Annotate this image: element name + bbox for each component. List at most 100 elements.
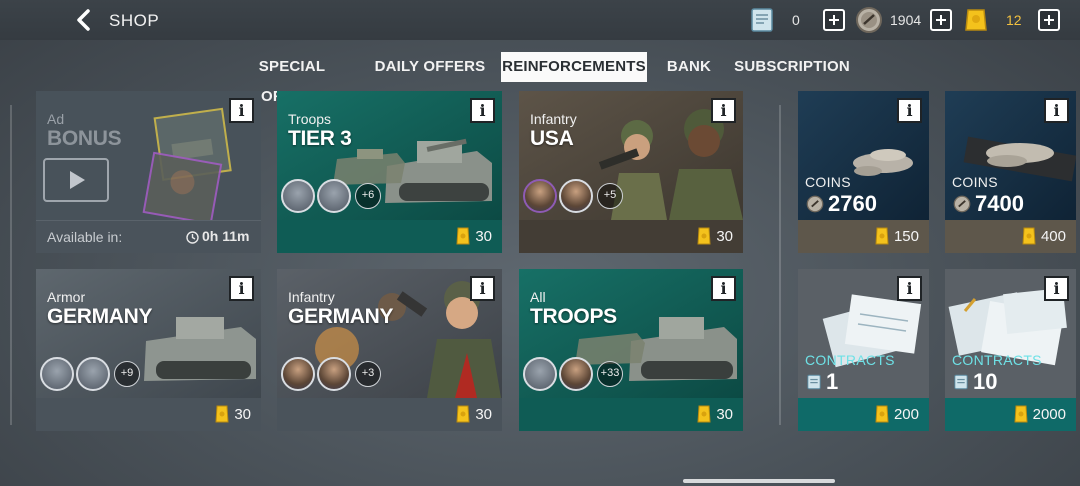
silver-count: 1904 <box>890 12 922 28</box>
coin-amount: 7400 <box>953 191 1024 217</box>
back-button[interactable] <box>70 6 98 34</box>
bank-label: COINS <box>805 174 851 190</box>
unit-avatars: +6 <box>281 179 381 213</box>
price: 200 <box>875 405 919 423</box>
clock-icon <box>186 231 199 244</box>
coin-amount: 2760 <box>806 191 877 217</box>
card-footer: 150 <box>798 220 929 253</box>
tab-reinforcements[interactable]: REINFORCEMENTS <box>501 52 647 82</box>
gold-count: 12 <box>1006 12 1022 28</box>
card-sub-label: Infantry <box>288 289 335 305</box>
page-title: SHOP <box>109 11 160 30</box>
bank-label: COINS <box>952 174 998 190</box>
infantry-germany-card[interactable]: Infantry GERMANY i +3 30 <box>277 269 502 431</box>
price: 30 <box>456 227 492 245</box>
silver-coin-icon <box>856 7 882 33</box>
unit-avatars: +5 <box>523 179 623 213</box>
info-button[interactable]: i <box>897 98 922 123</box>
home-indicator[interactable] <box>683 479 835 483</box>
contract-icon <box>751 8 773 32</box>
info-button[interactable]: i <box>229 98 254 123</box>
info-button[interactable]: i <box>1044 276 1069 301</box>
gold-icon <box>875 405 889 423</box>
gold-icon <box>215 405 229 423</box>
price: 30 <box>697 227 733 245</box>
add-gold-button[interactable] <box>1038 9 1060 31</box>
info-button[interactable]: i <box>711 98 736 123</box>
more-units-badge: +6 <box>355 183 381 209</box>
ad-bonus-card[interactable]: Ad BONUS i Available in: 0h 11m <box>36 91 261 253</box>
card-sub-label: Troops <box>288 111 332 127</box>
contract-amount-value: 10 <box>973 369 998 394</box>
contract-amount-value: 1 <box>826 369 839 394</box>
more-units-badge: +3 <box>355 361 381 387</box>
price-value: 2000 <box>1032 405 1066 423</box>
card-title: GERMANY <box>288 305 394 328</box>
bank-label: CONTRACTS <box>952 352 1042 368</box>
info-button[interactable]: i <box>897 276 922 301</box>
ad-timer: 0h 11m <box>202 228 250 244</box>
card-footer: 200 <box>798 398 929 431</box>
armor-germany-card[interactable]: Armor GERMANY i +9 30 <box>36 269 261 431</box>
left-divider <box>10 105 12 425</box>
coin-amount-value: 2760 <box>828 191 877 216</box>
price: 150 <box>875 227 919 245</box>
info-button[interactable]: i <box>229 276 254 301</box>
more-units-badge: +5 <box>597 183 623 209</box>
unit-avatar <box>523 179 557 213</box>
unit-avatars: +9 <box>40 357 140 391</box>
add-silver-button[interactable] <box>930 9 952 31</box>
top-bar: SHOP 0 1904 12 <box>0 0 1080 40</box>
coins-2760-card[interactable]: COINS 2760 i 150 <box>798 91 929 253</box>
bank-label: CONTRACTS <box>805 352 895 368</box>
infantry-usa-card[interactable]: Infantry USA i +5 30 <box>519 91 743 253</box>
info-button[interactable]: i <box>711 276 736 301</box>
contracts-1-card[interactable]: CONTRACTS 1 i 200 <box>798 269 929 431</box>
contracts-10-card[interactable]: CONTRACTS 10 i 2000 <box>945 269 1076 431</box>
price-value: 30 <box>475 227 492 245</box>
coins-7400-card[interactable]: COINS 7400 i 400 <box>945 91 1076 253</box>
gold-icon <box>1022 227 1036 245</box>
contract-icon <box>954 374 968 390</box>
tab-bank[interactable]: BANK <box>662 52 716 82</box>
card-title: USA <box>530 127 574 150</box>
add-contracts-button[interactable] <box>823 9 845 31</box>
tab-subscription[interactable]: SUBSCRIPTION <box>732 52 852 82</box>
gold-icon <box>965 9 987 31</box>
troops-tier3-card[interactable]: Troops TIER 3 i +6 30 <box>277 91 502 253</box>
unit-avatar <box>317 179 351 213</box>
card-footer: 30 <box>277 220 502 253</box>
coin-amount-value: 7400 <box>975 191 1024 216</box>
section-divider <box>779 105 781 425</box>
card-footer: 400 <box>945 220 1076 253</box>
more-units-badge: +9 <box>114 361 140 387</box>
card-title: GERMANY <box>47 305 153 328</box>
price-value: 30 <box>475 405 492 423</box>
gold-icon <box>875 227 889 245</box>
card-footer: 2000 <box>945 398 1076 431</box>
all-troops-card[interactable]: All TROOPS i +33 30 <box>519 269 743 431</box>
gold-icon <box>456 227 470 245</box>
contract-icon <box>807 374 821 390</box>
card-title: TROOPS <box>530 305 617 328</box>
unit-avatar <box>523 357 557 391</box>
contract-amount: 1 <box>806 369 838 395</box>
price-value: 400 <box>1040 227 1066 245</box>
tab-special-offers[interactable]: SPECIAL OFFERS <box>227 52 357 105</box>
unit-avatars: +33 <box>523 357 623 391</box>
unit-avatar <box>281 357 315 391</box>
price: 30 <box>215 405 251 423</box>
info-button[interactable]: i <box>470 98 495 123</box>
card-sub-label: Infantry <box>530 111 577 127</box>
unit-avatar <box>559 179 593 213</box>
unit-avatar <box>76 357 110 391</box>
info-button[interactable]: i <box>1044 98 1069 123</box>
tab-daily-offers[interactable]: DAILY OFFERS <box>373 52 487 82</box>
card-footer: 30 <box>519 220 743 253</box>
gold-icon <box>697 227 711 245</box>
contracts-count: 0 <box>792 12 800 28</box>
price-value: 30 <box>234 405 251 423</box>
unit-avatars: +3 <box>281 357 381 391</box>
gold-icon <box>1014 405 1028 423</box>
info-button[interactable]: i <box>470 276 495 301</box>
